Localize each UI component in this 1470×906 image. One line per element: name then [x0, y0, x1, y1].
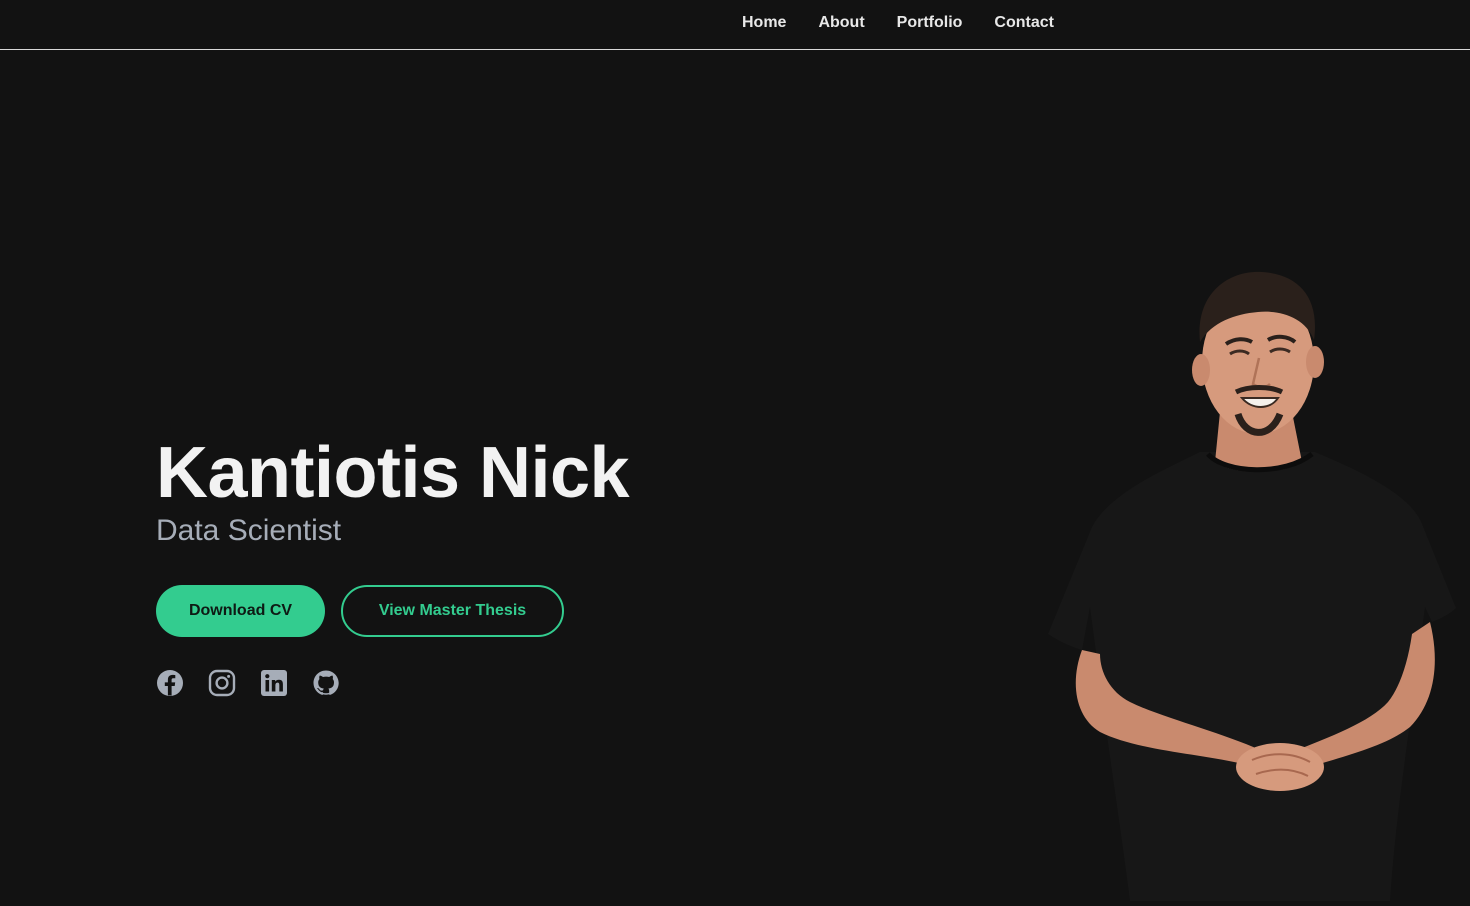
nav-about-link[interactable]: About	[818, 12, 864, 34]
hero-name: Kantiotis Nick	[156, 433, 630, 513]
github-icon[interactable]	[312, 669, 340, 697]
linkedin-icon[interactable]	[260, 669, 288, 697]
nav-portfolio-link[interactable]: Portfolio	[897, 12, 963, 34]
download-cv-button[interactable]: Download CV	[156, 585, 325, 637]
hero-role: Data Scientist	[156, 514, 342, 547]
nav-contact-link[interactable]: Contact	[994, 12, 1054, 34]
facebook-icon[interactable]	[156, 669, 184, 697]
nav-home-link[interactable]: Home	[742, 12, 786, 34]
view-master-thesis-button[interactable]: View Master Thesis	[341, 585, 564, 637]
social-links	[156, 669, 340, 697]
navbar: Home About Portfolio Contact	[0, 0, 1470, 50]
nav-links: Home About Portfolio Contact	[742, 12, 1054, 34]
hero-section: Kantiotis Nick Data Scientist	[156, 432, 756, 549]
instagram-icon[interactable]	[208, 669, 236, 697]
hero-buttons: Download CV View Master Thesis	[156, 585, 564, 637]
portrait-image	[1030, 262, 1470, 901]
